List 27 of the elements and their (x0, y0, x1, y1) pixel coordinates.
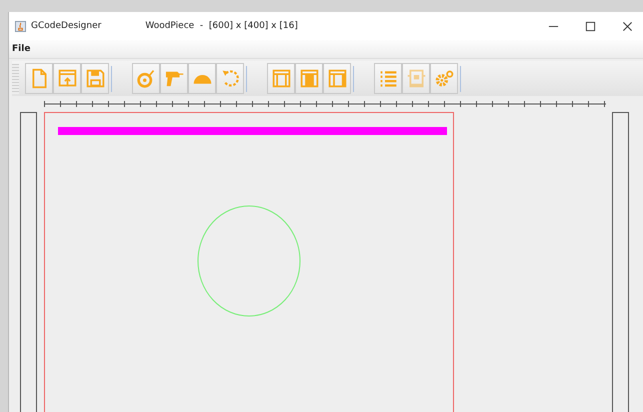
drill-button[interactable] (160, 63, 188, 94)
frame-icon (270, 68, 292, 89)
rotate-button[interactable] (216, 63, 244, 94)
close-button[interactable] (622, 20, 633, 32)
frame-icon (326, 68, 348, 89)
tape-measure-icon (136, 68, 156, 89)
list-button[interactable] (374, 63, 402, 94)
window-title: WoodPiece - [600] x [400] x [16] (145, 21, 298, 31)
gear-button[interactable] (430, 63, 458, 94)
floppy-button[interactable] (81, 63, 109, 94)
app-title: GCodeDesigner (31, 21, 102, 31)
tape-measure-button[interactable] (132, 63, 160, 94)
frame-button[interactable] (323, 63, 351, 94)
maximize-button[interactable] (585, 20, 596, 32)
document-button[interactable] (25, 63, 53, 94)
machine-icon (406, 68, 426, 89)
floppy-icon (84, 68, 106, 89)
frame-icon (298, 68, 320, 89)
frame-button[interactable] (295, 63, 323, 94)
protractor-button[interactable] (188, 63, 216, 94)
app-icon (15, 20, 26, 32)
rotate-icon (220, 68, 240, 89)
window-arrow-button[interactable] (53, 63, 81, 94)
toolbar-grip[interactable] (12, 64, 19, 94)
frame-button[interactable] (267, 63, 295, 94)
gear-icon (434, 68, 454, 89)
menu-item[interactable]: File (12, 44, 30, 54)
